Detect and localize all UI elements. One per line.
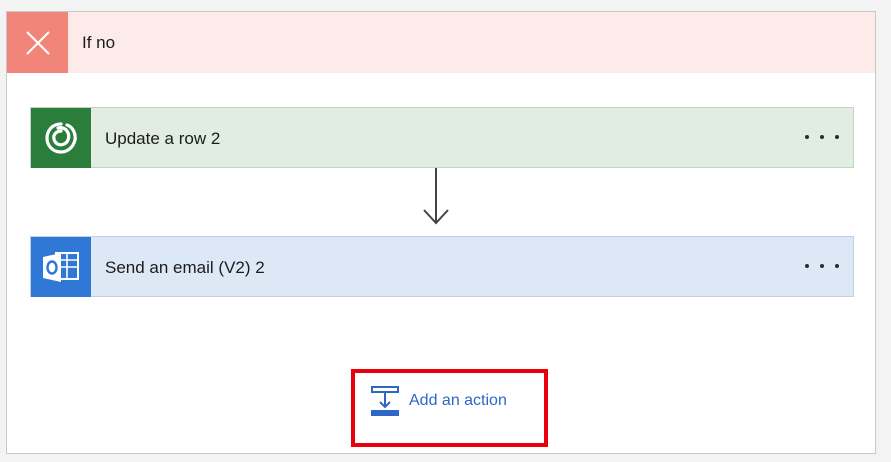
action-label: Send an email (V2) 2	[105, 258, 265, 277]
action-card-send-email[interactable]: Send an email (V2) 2	[30, 236, 854, 297]
more-options-icon[interactable]	[805, 125, 839, 149]
outlook-icon	[31, 237, 91, 297]
add-action-icon	[371, 386, 399, 416]
add-action-label: Add an action	[409, 392, 507, 409]
action-label: Update a row 2	[105, 129, 221, 148]
close-icon	[7, 12, 68, 73]
arrow-down-icon	[423, 168, 449, 225]
branch-title: If no	[82, 33, 116, 52]
more-options-icon[interactable]	[805, 254, 839, 278]
dataverse-icon	[31, 108, 91, 168]
branch-header[interactable]: If no	[7, 12, 875, 73]
action-card-update-a-row[interactable]: Update a row 2	[30, 107, 854, 168]
add-action-button[interactable]: Add an action	[371, 384, 507, 418]
